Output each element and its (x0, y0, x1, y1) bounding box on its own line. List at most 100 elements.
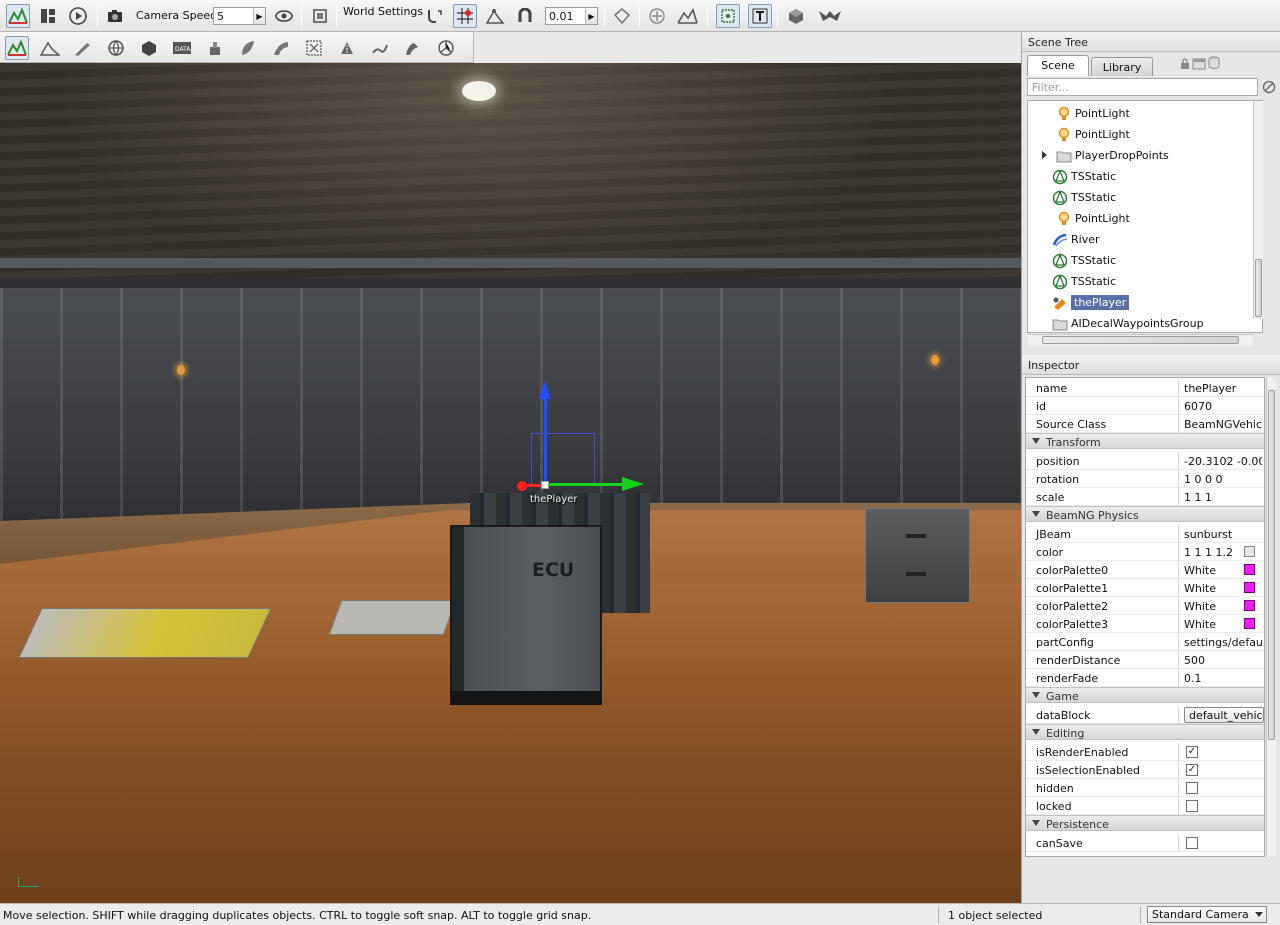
checkbox[interactable] (1186, 782, 1198, 794)
inspector-row-hidden[interactable]: hidden (1026, 779, 1264, 797)
inspector-group-persistence[interactable]: Persistence (1026, 815, 1264, 831)
field-value[interactable]: White (1184, 564, 1242, 577)
field-value[interactable]: 1 1 1 1.2 (1184, 546, 1242, 559)
camera-fly-icon[interactable] (816, 4, 844, 28)
field-value[interactable]: White (1184, 582, 1242, 595)
spin-right-icon[interactable]: ▶ (253, 8, 265, 24)
magnet-snap-icon[interactable] (513, 4, 537, 28)
inspector-group-game[interactable]: Game (1026, 687, 1264, 703)
collapse-arrow-icon[interactable] (1032, 692, 1040, 698)
field-value[interactable]: thePlayer (1184, 382, 1262, 395)
road-editor-icon[interactable] (335, 36, 359, 60)
collapse-arrow-icon[interactable] (1032, 438, 1040, 444)
inspector-row-renderdistance[interactable]: renderDistance 500 (1026, 651, 1264, 669)
inspector-row-colorpalette1[interactable]: colorPalette1 White (1026, 579, 1264, 597)
tree-vertical-scrollbar[interactable] (1253, 101, 1263, 319)
forest-editor-icon[interactable] (236, 36, 260, 60)
snap-value-input[interactable]: 0.01 ▶ (545, 7, 598, 25)
color-swatch[interactable] (1244, 618, 1255, 629)
spin-right-icon[interactable]: ▶ (585, 8, 597, 24)
color-swatch[interactable] (1244, 564, 1255, 575)
material-editor-icon[interactable] (104, 36, 128, 60)
object-editor-icon[interactable] (5, 36, 29, 60)
collapse-arrow-icon[interactable] (1032, 511, 1040, 517)
tree-item[interactable]: PlayerDropPoints (1028, 145, 1262, 166)
field-value[interactable]: White (1184, 618, 1242, 631)
gizmo-x-handle-icon[interactable] (517, 481, 527, 491)
inspector-group-editing[interactable]: Editing (1026, 724, 1264, 740)
window-icon[interactable] (1192, 58, 1206, 73)
world-transform-icon[interactable] (675, 4, 699, 28)
field-value[interactable]: BeamNGVehicle (1184, 418, 1262, 431)
inspector-row-scale[interactable]: scale 1 1 1 (1026, 488, 1264, 506)
expand-arrow-icon[interactable] (1042, 151, 1047, 159)
checkbox[interactable]: ✓ (1186, 746, 1198, 758)
inspector-row-rotation[interactable]: rotation 1 0 0 0 (1026, 470, 1264, 488)
collapse-arrow-icon[interactable] (1032, 729, 1040, 735)
particle-editor-icon[interactable] (302, 36, 326, 60)
world-editor-icon[interactable] (6, 4, 30, 28)
inspector-row-isselectionenabled[interactable]: isSelectionEnabled ✓ (1026, 761, 1264, 779)
object-center-icon[interactable] (610, 4, 634, 28)
drop-object-icon[interactable] (784, 4, 808, 28)
gizmo-center-handle[interactable] (541, 481, 549, 489)
gui-editor-icon[interactable] (36, 4, 60, 28)
camera-speed-input[interactable]: 5 ▶ (213, 7, 266, 25)
scene-tree-list[interactable]: PointLight PointLight PlayerDropPoints TSSt… (1027, 100, 1263, 333)
color-swatch[interactable] (1244, 600, 1255, 611)
point-light-marker[interactable] (931, 355, 939, 365)
tab-scene[interactable]: Scene (1027, 55, 1089, 76)
tree-item[interactable]: River (1028, 229, 1262, 250)
field-value[interactable]: 500 (1184, 654, 1262, 667)
inspector-list[interactable]: name thePlayer id 6070 Source Class BeamNGVeh… (1025, 377, 1265, 857)
inspector-row-renderfade[interactable]: renderFade 0.1 (1026, 669, 1264, 687)
inspector-row-colorpalette0[interactable]: colorPalette0 White (1026, 561, 1264, 579)
gizmo-z-axis[interactable] (544, 393, 547, 485)
checkbox[interactable]: ✓ (1186, 764, 1198, 776)
checkbox[interactable] (1186, 800, 1198, 812)
field-value[interactable]: -20.3102 -0.002 (1184, 455, 1262, 468)
field-value[interactable]: 0.1 (1184, 672, 1262, 685)
point-light-marker[interactable] (177, 365, 185, 375)
tree-item[interactable]: TSStatic (1028, 166, 1262, 187)
navmesh-editor-icon[interactable] (434, 36, 458, 60)
mesh-road-editor-icon[interactable] (269, 36, 293, 60)
inspector-row-isrenderenabled[interactable]: isRenderEnabled ✓ (1026, 743, 1264, 761)
play-game-icon[interactable] (66, 4, 90, 28)
chevron-down-icon[interactable] (1255, 912, 1263, 917)
decal-editor-icon[interactable] (203, 36, 227, 60)
tree-item[interactable]: PointLight (1028, 103, 1262, 124)
tree-item[interactable]: PointLight (1028, 208, 1262, 229)
inspector-row-colorpalette2[interactable]: colorPalette2 White (1026, 597, 1264, 615)
inspector-row-position[interactable]: position -20.3102 -0.002 (1026, 452, 1264, 470)
datablock-dropdown[interactable]: default_vehicle (1184, 707, 1264, 723)
snap-to-terrain-icon[interactable] (483, 4, 507, 28)
gizmo-y-axis[interactable] (545, 483, 625, 486)
3d-viewport[interactable]: ECU thePlayer (0, 63, 1021, 903)
select-object-mode-icon[interactable] (716, 4, 740, 28)
lock-icon[interactable] (1180, 58, 1190, 73)
tree-horizontal-scrollbar[interactable] (1028, 334, 1253, 346)
camera-mode-select[interactable]: Standard Camera (1147, 906, 1267, 923)
database-icon[interactable] (1208, 56, 1220, 73)
field-value[interactable]: 6070 (1184, 400, 1262, 413)
tree-item[interactable]: AIDecalWaypointsGroup (1028, 313, 1262, 332)
field-value[interactable]: settings/default (1184, 636, 1262, 649)
color-swatch[interactable] (1244, 546, 1255, 557)
inspector-row-name[interactable]: name thePlayer (1026, 379, 1264, 397)
field-value[interactable]: 1 0 0 0 (1184, 473, 1262, 486)
fit-view-icon[interactable] (308, 4, 332, 28)
tree-item[interactable]: thePlayer (1028, 292, 1262, 313)
inspector-vertical-scrollbar[interactable] (1266, 378, 1276, 856)
tree-item[interactable]: PointLight (1028, 124, 1262, 145)
text-label-icon[interactable] (748, 4, 772, 28)
inspector-row-color[interactable]: color 1 1 1 1.2 (1026, 543, 1264, 561)
terrain-painter-icon[interactable] (71, 36, 95, 60)
bounds-center-icon[interactable] (645, 4, 669, 28)
gizmo-y-arrow-icon[interactable] (622, 477, 644, 491)
color-swatch[interactable] (1244, 582, 1255, 593)
field-value[interactable]: White (1184, 600, 1242, 613)
datablock-editor-icon[interactable]: DATA (170, 36, 194, 60)
inspector-row-colorpalette3[interactable]: colorPalette3 White (1026, 615, 1264, 633)
terrain-editor-icon[interactable] (38, 36, 62, 60)
